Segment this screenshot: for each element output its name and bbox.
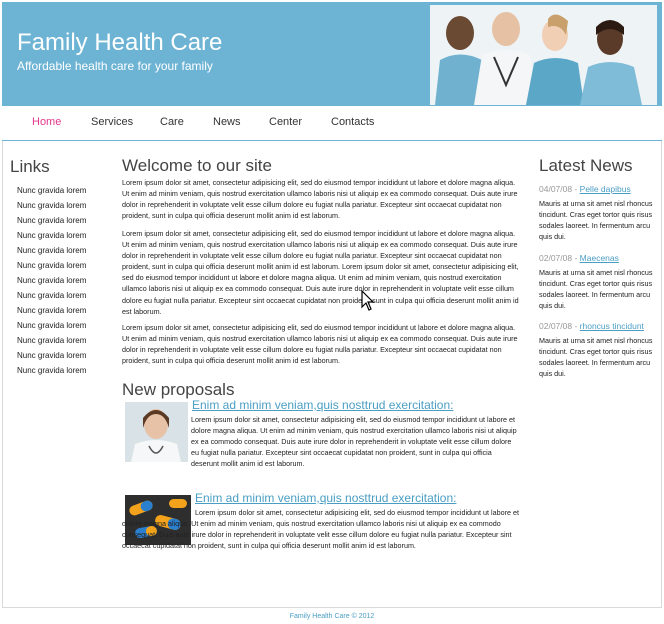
nav-news[interactable]: News (213, 116, 241, 128)
links-heading: Links (10, 157, 50, 176)
links-list: Nunc gravida lorem Nunc gravida lorem Nu… (17, 186, 86, 381)
mouse-cursor-icon (361, 289, 375, 317)
sidebar-link[interactable]: Nunc gravida lorem (17, 351, 86, 366)
sidebar-link[interactable]: Nunc gravida lorem (17, 231, 86, 246)
news-heading: Latest News (539, 156, 633, 175)
nav-services[interactable]: Services (91, 116, 133, 128)
sidebar-link[interactable]: Nunc gravida lorem (17, 216, 86, 231)
nav-contacts[interactable]: Contacts (331, 116, 374, 128)
news-item: 04/07/08 - Pelle dapibus Mauris at urna … (539, 184, 659, 242)
news-date: 02/07/08 (539, 321, 573, 331)
news-date-line: 04/07/08 - Pelle dapibus (539, 184, 631, 194)
footer-copyright: Family Health Care © 2012 (289, 613, 375, 620)
proposal-link[interactable]: Enim ad minim veniam,quis nosttrud exerc… (195, 491, 456, 505)
news-date: 04/07/08 (539, 184, 573, 194)
sidebar-link[interactable]: Nunc gravida lorem (17, 291, 86, 306)
proposal-text-wrapper: Lorem ipsum dolor sit amet, consectetur … (122, 507, 522, 551)
sidebar-link[interactable]: Nunc gravida lorem (17, 321, 86, 336)
sidebar-link[interactable]: Nunc gravida lorem (17, 261, 86, 276)
nav-care[interactable]: Care (160, 116, 184, 128)
sidebar-link[interactable]: Nunc gravida lorem (17, 276, 86, 291)
sidebar-link[interactable]: Nunc gravida lorem (17, 201, 86, 216)
welcome-heading: Welcome to our site (122, 156, 272, 175)
sidebar-link[interactable]: Nunc gravida lorem (17, 186, 86, 201)
proposal-text: Lorem ipsum dolor sit amet, consectetur … (122, 508, 520, 551)
proposal-link[interactable]: Enim ad minim veniam,quis nosttrud exerc… (192, 398, 453, 412)
welcome-paragraph: Lorem ipsum dolor sit amet, consectetur … (122, 178, 518, 221)
sidebar-link[interactable]: Nunc gravida lorem (17, 306, 86, 321)
site-title: Family Health Care (17, 29, 223, 56)
nav-home[interactable]: Home (32, 116, 61, 128)
news-link[interactable]: Pelle dapibus (580, 184, 631, 194)
nav-center[interactable]: Center (269, 116, 302, 128)
news-link[interactable]: Maecenas (580, 253, 619, 263)
news-item: 02/07/08 - rhoncus tincidunt Mauris at u… (539, 321, 659, 379)
welcome-paragraph: Lorem ipsum dolor sit amet, consectetur … (122, 229, 519, 316)
news-text: Mauris at urna sit amet nisl rhoncus tin… (539, 199, 653, 241)
sidebar-link[interactable]: Nunc gravida lorem (17, 246, 86, 261)
news-item: 02/07/08 - Maecenas Mauris at urna sit a… (539, 253, 659, 311)
news-text: Mauris at urna sit amet nisl rhoncus tin… (539, 336, 653, 378)
proposals-heading: New proposals (122, 380, 235, 399)
news-date-line: 02/07/08 - rhoncus tincidunt (539, 321, 644, 331)
nurse-photo (125, 402, 188, 462)
news-text: Mauris at urna sit amet nisl rhoncus tin… (539, 268, 653, 310)
sidebar-link[interactable]: Nunc gravida lorem (17, 366, 86, 381)
main-nav: Home Services Care News Center Contacts (2, 106, 662, 141)
news-link[interactable]: rhoncus tincidunt (580, 321, 644, 331)
news-date: 02/07/08 (539, 253, 573, 263)
sidebar-link[interactable]: Nunc gravida lorem (17, 336, 86, 351)
site-tagline: Affordable health care for your family (17, 59, 213, 73)
welcome-paragraph: Lorem ipsum dolor sit amet, consectetur … (122, 323, 518, 366)
news-date-line: 02/07/08 - Maecenas (539, 253, 619, 263)
welcome-section: Welcome to our site (122, 156, 522, 176)
header-doctors-photo (430, 5, 657, 105)
site-header: Family Health Care Affordable health car… (2, 2, 662, 106)
proposal-text: Lorem ipsum dolor sit amet, consectetur … (191, 415, 517, 469)
